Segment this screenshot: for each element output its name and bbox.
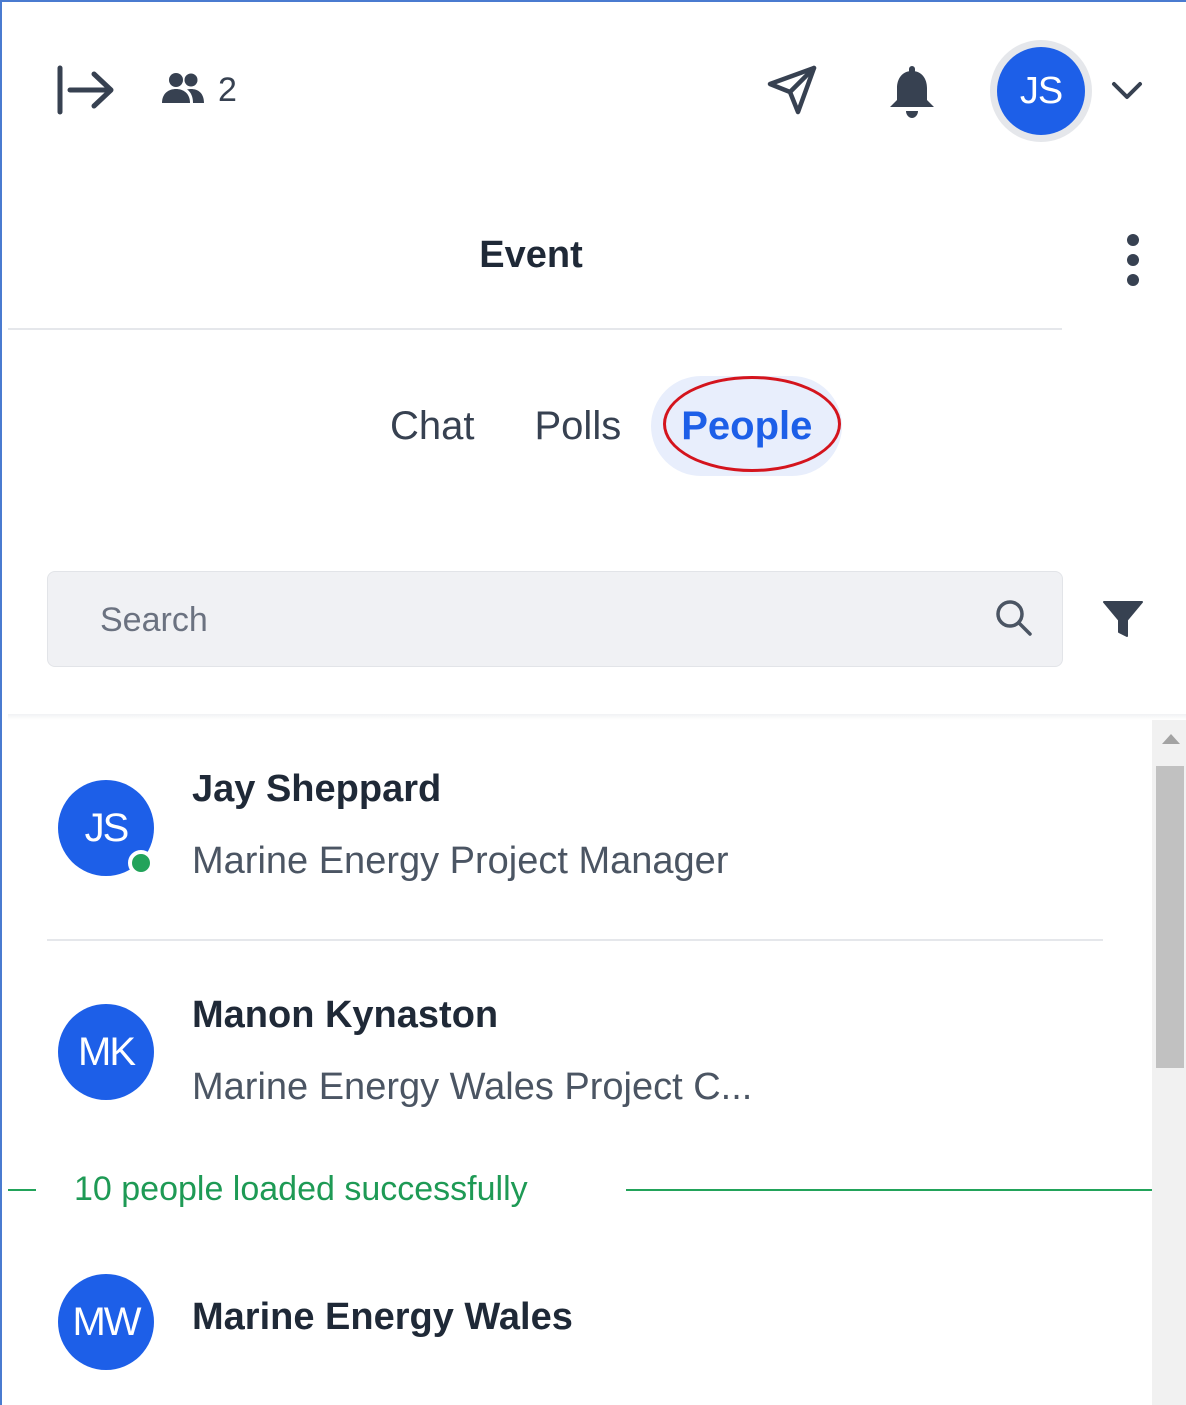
user-avatar-button[interactable]: JS <box>990 40 1092 142</box>
list-top-shadow <box>8 714 1186 720</box>
list-item[interactable]: JS Jay Sheppard Marine Energy Project Ma… <box>58 768 1108 890</box>
tab-bar: Chat Polls People <box>360 376 843 476</box>
list-item[interactable]: MK Manon Kynaston Marine Energy Wales Pr… <box>58 994 1108 1114</box>
person-role: Marine Energy Project Manager <box>192 840 729 882</box>
status-message: 10 people loaded successfully <box>74 1170 528 1208</box>
online-status-indicator <box>128 850 154 876</box>
divider <box>47 939 1103 941</box>
tab-polls[interactable]: Polls <box>505 376 652 476</box>
bell-icon[interactable] <box>884 64 940 120</box>
status-line <box>8 1189 36 1191</box>
send-icon[interactable] <box>764 62 820 118</box>
list-item[interactable]: MW Marine Energy Wales <box>58 1274 1108 1374</box>
participant-count[interactable]: 2 <box>160 68 237 112</box>
chevron-down-icon[interactable] <box>1108 76 1146 106</box>
tab-people[interactable]: People <box>651 376 843 476</box>
search-icon[interactable] <box>992 596 1036 640</box>
more-vertical-icon[interactable] <box>1116 232 1150 288</box>
search-input[interactable] <box>98 572 982 668</box>
avatar: MW <box>58 1274 154 1370</box>
person-role: Marine Energy Wales Project C... <box>192 1066 753 1108</box>
filter-icon[interactable] <box>1100 596 1146 640</box>
people-icon <box>160 71 206 110</box>
person-name: Manon Kynaston <box>192 994 499 1036</box>
person-name: Jay Sheppard <box>192 768 442 810</box>
status-line <box>626 1189 1152 1191</box>
divider <box>8 328 1062 330</box>
frame-border-top <box>0 0 1186 2</box>
avatar: JS <box>997 47 1085 135</box>
scroll-up-arrow-icon[interactable] <box>1162 734 1180 744</box>
collapse-panel-icon[interactable] <box>56 64 116 116</box>
participant-count-value: 2 <box>218 70 237 109</box>
frame-border-left <box>0 0 2 1405</box>
tab-chat[interactable]: Chat <box>360 376 505 476</box>
search-box <box>47 571 1063 668</box>
person-name: Marine Energy Wales <box>192 1296 573 1338</box>
panel-title: Event <box>479 234 583 276</box>
scrollbar-thumb[interactable] <box>1156 766 1184 1068</box>
avatar: MK <box>58 1004 154 1100</box>
